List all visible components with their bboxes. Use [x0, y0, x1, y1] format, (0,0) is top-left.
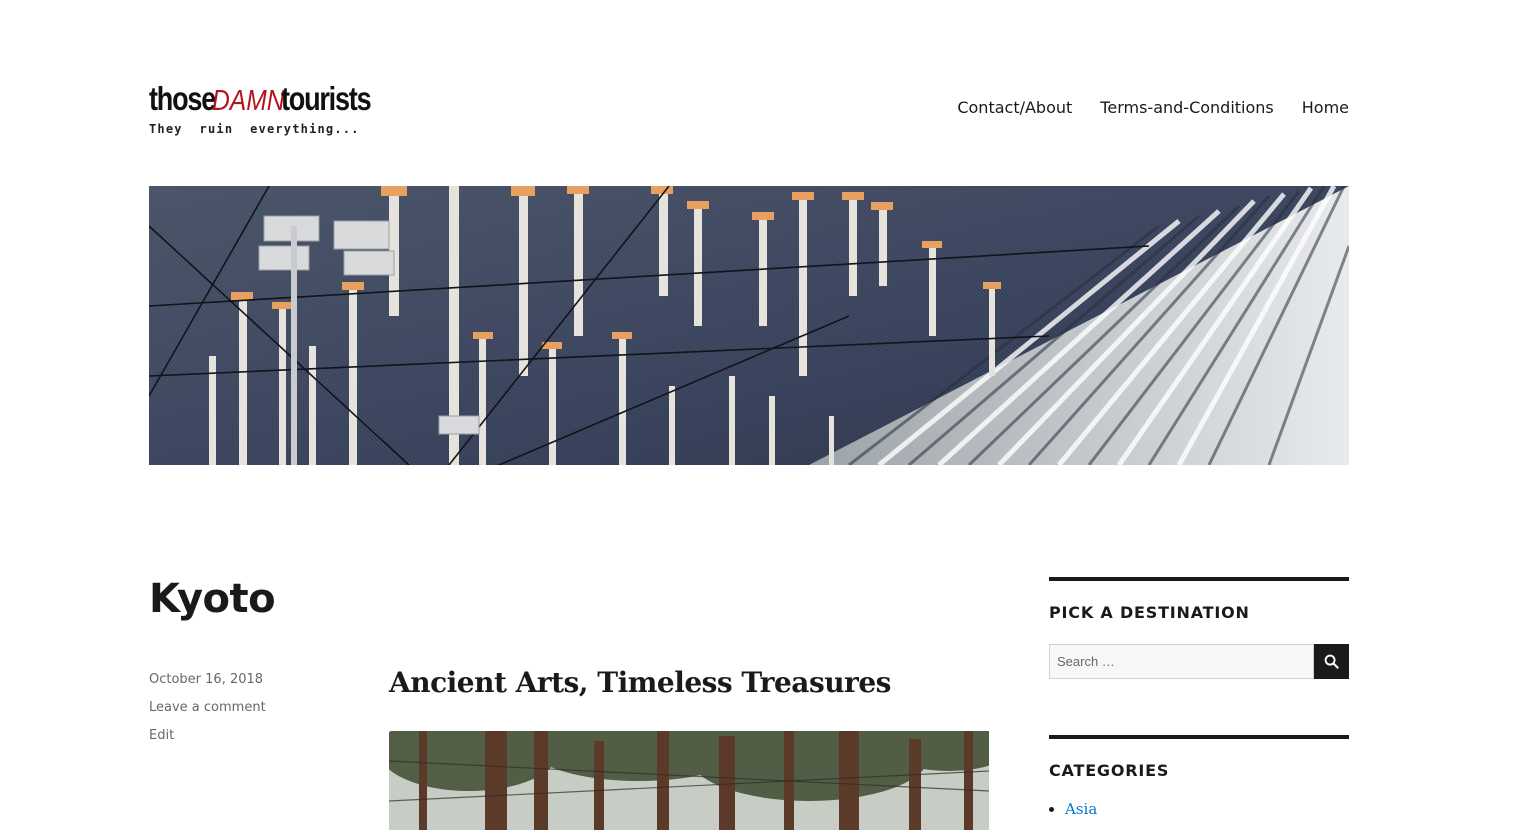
nav-item-contact-about[interactable]: Contact/About	[957, 98, 1072, 117]
logo-word-damn: DAMN	[211, 85, 285, 117]
banner-illustration	[149, 186, 1349, 465]
site-tagline: They ruin everything...	[149, 122, 360, 136]
header-banner-image	[149, 186, 1349, 465]
page-title: Kyoto	[149, 576, 276, 622]
post-featured-image[interactable]	[389, 731, 989, 830]
category-list: Asia	[1049, 800, 1349, 818]
search-widget: PICK A DESTINATION	[1049, 577, 1349, 691]
main-navigation: Contact/About Terms-and-Conditions Home	[957, 98, 1349, 117]
nav-item-terms-and-conditions[interactable]: Terms-and-Conditions	[1100, 98, 1273, 117]
search-icon	[1324, 654, 1339, 669]
category-link-asia[interactable]: Asia	[1065, 800, 1097, 818]
category-item: Asia	[1065, 800, 1349, 818]
search-widget-title: PICK A DESTINATION	[1049, 603, 1250, 622]
site-logo[interactable]: those DAMN tourists They ruin everything…	[149, 80, 389, 144]
categories-widget: CATEGORIES Asia	[1049, 735, 1349, 839]
search-form	[1049, 644, 1349, 679]
search-button[interactable]	[1314, 644, 1349, 679]
post-title[interactable]: Ancient Arts, Timeless Treasures	[389, 666, 891, 699]
nav-item-home[interactable]: Home	[1302, 98, 1349, 117]
categories-widget-title: CATEGORIES	[1049, 761, 1170, 780]
logo-wordmark: those DAMN tourists	[149, 80, 389, 118]
entry-meta: October 16, 2018 Leave a comment Edit	[149, 672, 266, 756]
post-date-link[interactable]: October 16, 2018	[149, 672, 263, 687]
edit-post-link[interactable]: Edit	[149, 728, 174, 743]
logo-word-those: those	[149, 80, 216, 117]
forest-illustration	[389, 731, 989, 830]
search-input[interactable]	[1049, 644, 1314, 679]
logo-word-tourists: tourists	[280, 80, 372, 117]
leave-comment-link[interactable]: Leave a comment	[149, 700, 266, 715]
